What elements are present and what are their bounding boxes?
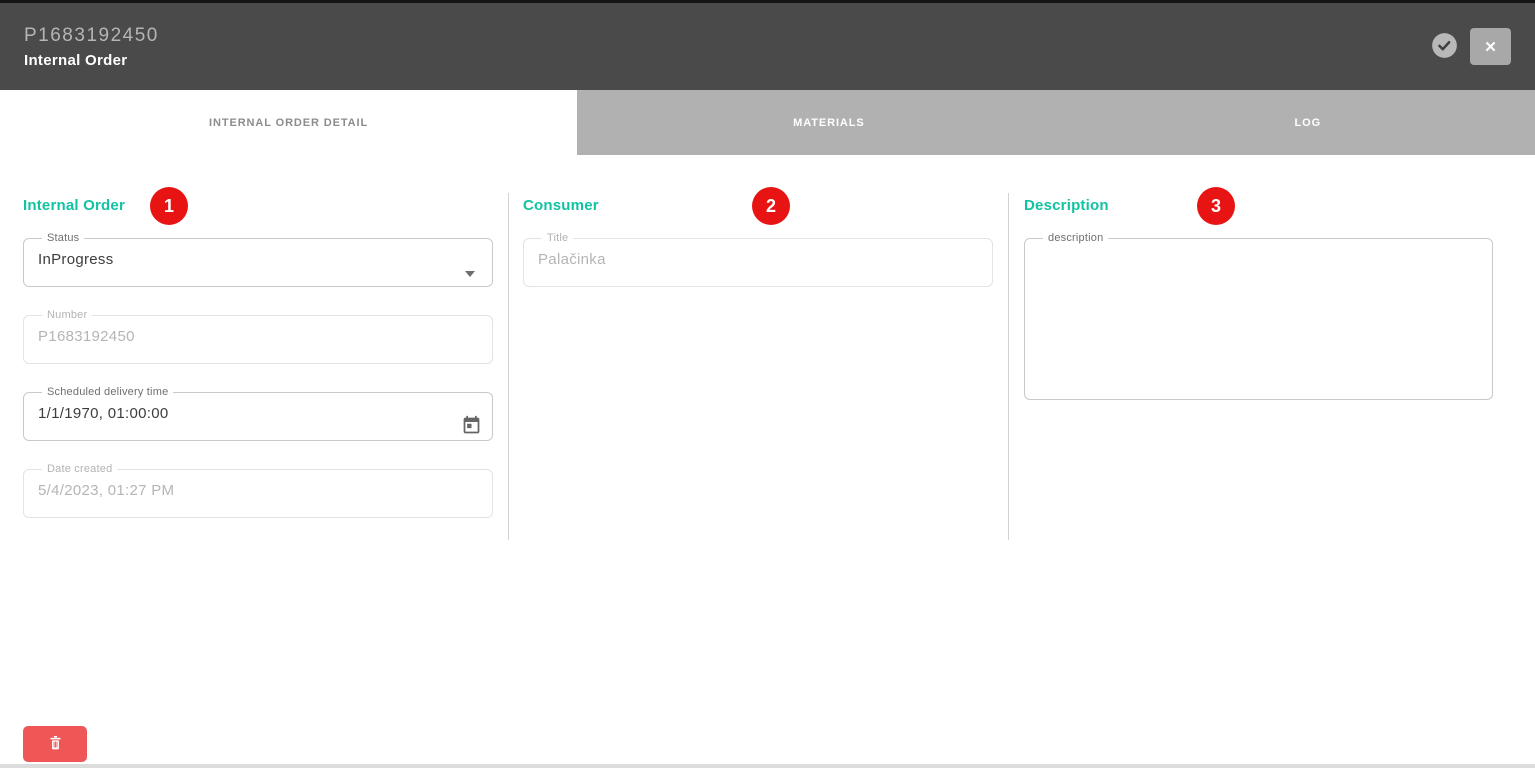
page-title: Internal Order <box>24 52 159 69</box>
scheduled-delivery-time-input[interactable] <box>38 399 478 422</box>
confirm-button[interactable] <box>1430 33 1458 61</box>
order-number: P1683192450 <box>24 25 159 47</box>
description-field[interactable]: description <box>1024 232 1493 400</box>
horizontal-scrollbar[interactable] <box>0 764 1535 768</box>
close-icon: ✕ <box>1484 38 1497 56</box>
section-title-description: Description <box>1024 196 1493 216</box>
chevron-down-icon <box>465 271 475 277</box>
description-textarea[interactable] <box>1039 245 1478 387</box>
number-label: Number <box>42 309 92 322</box>
date-created-field: Date created <box>23 463 493 518</box>
consumer-title-field: Title <box>523 232 993 287</box>
window-header: P1683192450 Internal Order ✕ <box>0 0 1535 90</box>
consumer-section-head: Consumer 2 <box>523 196 993 232</box>
scheduled-delivery-time-label: Scheduled delivery time <box>42 386 173 399</box>
tab-internal-order-detail[interactable]: INTERNAL ORDER DETAIL <box>0 90 577 155</box>
tab-bar: INTERNAL ORDER DETAIL MATERIALS LOG <box>0 90 1535 155</box>
check-circle-icon <box>1431 32 1458 62</box>
status-label: Status <box>42 232 84 245</box>
calendar-icon <box>461 415 482 439</box>
header-titles: P1683192450 Internal Order <box>24 25 159 69</box>
consumer-title-label: Title <box>542 232 573 245</box>
description-label: description <box>1043 232 1108 245</box>
step-badge-2: 2 <box>752 187 790 225</box>
datepicker-toggle-button[interactable] <box>461 415 482 439</box>
date-created-value <box>38 476 478 499</box>
consumer-section: Consumer 2 Title <box>523 155 993 287</box>
column-divider <box>1008 193 1009 540</box>
tab-materials[interactable]: MATERIALS <box>577 90 1080 155</box>
scheduled-delivery-time-field[interactable]: Scheduled delivery time <box>23 386 493 441</box>
step-badge-1: 1 <box>150 187 188 225</box>
status-value[interactable] <box>38 245 478 268</box>
header-actions: ✕ <box>1430 28 1511 65</box>
status-select[interactable]: Status <box>23 232 493 287</box>
description-section: Description 3 description <box>1024 155 1493 400</box>
consumer-title-value <box>538 245 978 268</box>
number-value <box>38 322 478 345</box>
date-created-label: Date created <box>42 463 117 476</box>
column-divider <box>508 193 509 540</box>
number-field: Number <box>23 309 493 364</box>
trash-icon <box>48 734 63 754</box>
delete-button[interactable] <box>23 726 87 762</box>
description-section-head: Description 3 <box>1024 196 1493 232</box>
close-button[interactable]: ✕ <box>1470 28 1511 65</box>
step-badge-3: 3 <box>1197 187 1235 225</box>
tab-log[interactable]: LOG <box>1081 90 1535 155</box>
section-title-internal-order: Internal Order <box>23 196 493 216</box>
internal-order-section: Internal Order 1 Status Number Scheduled… <box>23 155 493 518</box>
internal-order-section-head: Internal Order 1 <box>23 196 493 232</box>
